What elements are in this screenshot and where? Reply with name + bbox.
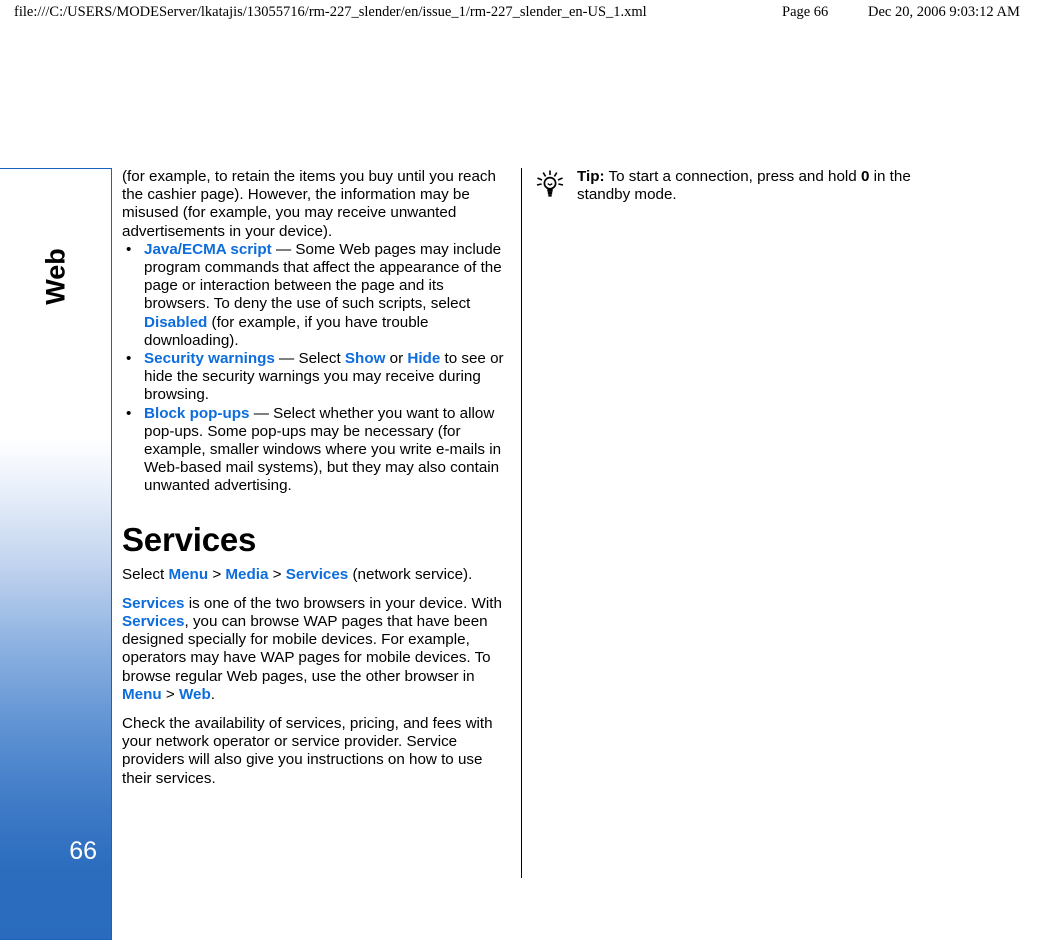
chapter-tab-label: Web <box>40 248 70 305</box>
tip-box: Tip: To start a connection, press and ho… <box>535 168 935 206</box>
menu-path-prefix: Select <box>122 565 169 583</box>
bullet-marker: • <box>126 240 132 258</box>
services-text-1: is one of the two browsers in your devic… <box>184 594 502 612</box>
app-name-services[interactable]: Services <box>122 595 185 612</box>
tip-label: Tip: <box>577 168 605 185</box>
em-dash: — <box>249 404 274 422</box>
menu-path-item-menu[interactable]: Menu <box>122 686 162 703</box>
availability-paragraph: Check the availability of services, pric… <box>122 715 493 787</box>
setting-value-disabled[interactable]: Disabled <box>144 314 207 331</box>
list-item: • Security warnings — Select Show or Hid… <box>122 350 512 405</box>
em-dash: — <box>271 240 296 258</box>
menu-path-paragraph: Select Menu > Media > Services (network … <box>122 566 512 584</box>
menu-path-separator: > <box>161 685 179 703</box>
left-column: (for example, to retain the items you bu… <box>122 168 512 788</box>
list-item: • Block pop-ups — Select whether you wan… <box>122 405 512 496</box>
services-text-4: . <box>210 685 215 703</box>
tip-text: Tip: To start a connection, press and ho… <box>577 168 935 204</box>
menu-path-item-services[interactable]: Services <box>286 566 349 583</box>
menu-path-separator: > <box>208 565 226 583</box>
page-title: Services <box>122 520 257 558</box>
menu-path-separator: > <box>268 565 286 583</box>
setting-term[interactable]: Security warnings <box>144 350 275 367</box>
print-header-page: Page 66 <box>782 3 829 20</box>
column-divider <box>521 168 522 878</box>
print-header-url: file:///C:/USERS/MODEServer/lkatajis/130… <box>14 3 647 20</box>
menu-path-suffix: (network service). <box>348 565 473 583</box>
setting-value-show[interactable]: Show <box>345 350 386 367</box>
list-item: • Java/ECMA script — Some Web pages may … <box>122 241 512 350</box>
services-description-paragraph: Services is one of the two browsers in y… <box>122 595 512 704</box>
menu-path-item-media[interactable]: Media <box>225 566 268 583</box>
app-name-services[interactable]: Services <box>122 613 185 630</box>
page-number: 66 <box>69 837 97 865</box>
settings-bullet-list: • Java/ECMA script — Some Web pages may … <box>122 241 512 496</box>
lightbulb-icon <box>535 168 577 206</box>
setting-value-hide[interactable]: Hide <box>407 350 440 367</box>
print-header-date: Dec 20, 2006 9:03:12 AM <box>868 3 1020 20</box>
bullet-marker: • <box>126 404 132 422</box>
setting-description-part-1: Select <box>298 350 345 368</box>
setting-description-part-2: or <box>385 350 408 368</box>
em-dash: — <box>274 350 299 368</box>
continued-paragraph: (for example, to retain the items you bu… <box>122 168 496 240</box>
right-column: Tip: To start a connection, press and ho… <box>535 168 935 206</box>
print-header: file:///C:/USERS/MODEServer/lkatajis/130… <box>0 0 1045 24</box>
menu-path-item-menu[interactable]: Menu <box>168 566 208 583</box>
bullet-marker: • <box>126 350 132 368</box>
page-sheet: Web 66 (for example, to retain the items… <box>0 168 1045 940</box>
setting-term[interactable]: Block pop-ups <box>144 405 249 422</box>
tip-text-1: To start a connection, press and hold <box>604 168 861 185</box>
setting-term[interactable]: Java/ECMA script <box>144 241 272 258</box>
chapter-tab: Web 66 <box>0 168 112 940</box>
menu-path-item-web[interactable]: Web <box>179 686 211 703</box>
